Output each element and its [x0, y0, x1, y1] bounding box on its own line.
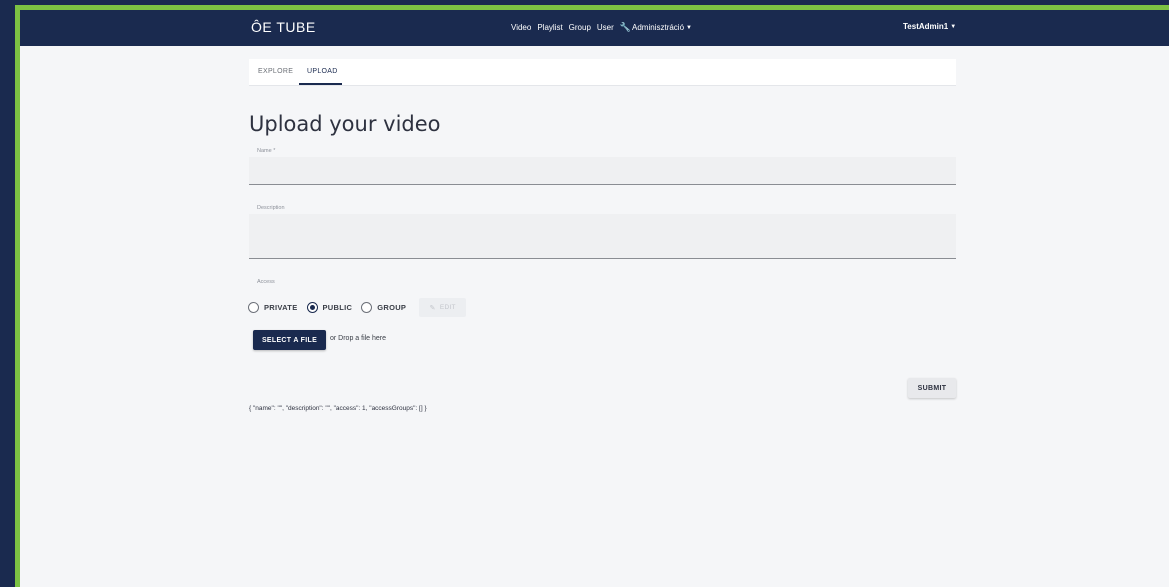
- edit-button-label: EDIT: [439, 304, 456, 311]
- nav-admin-dropdown[interactable]: 🔧Adminisztráció ▼: [620, 22, 692, 33]
- nav-admin-label: Adminisztráció: [632, 23, 685, 32]
- radio-public-label[interactable]: PUBLIC: [323, 303, 353, 312]
- access-radio-group: PRIVATE PUBLIC GROUP ✎ EDIT: [248, 298, 467, 317]
- nav-links: Video Playlist Group User 🔧Adminisztráci…: [511, 22, 692, 33]
- radio-private-label[interactable]: PRIVATE: [264, 303, 298, 312]
- nav-link-video[interactable]: Video: [511, 23, 531, 32]
- description-input[interactable]: [249, 214, 956, 259]
- edit-button[interactable]: ✎ EDIT: [419, 298, 467, 317]
- radio-public[interactable]: [306, 302, 318, 313]
- nav-link-playlist[interactable]: Playlist: [537, 23, 562, 32]
- brand-logo[interactable]: ÔE TUBE: [251, 19, 316, 35]
- name-input[interactable]: [249, 157, 956, 185]
- radio-group-label[interactable]: GROUP: [377, 303, 406, 312]
- caret-down-icon: ▼: [686, 25, 692, 31]
- radio-group[interactable]: [361, 302, 373, 313]
- access-label: Access: [257, 279, 275, 285]
- tab-upload[interactable]: UPLOAD: [307, 68, 338, 75]
- name-field-label: Name *: [257, 148, 276, 154]
- top-navbar: ÔE TUBE Video Playlist Group User 🔧Admin…: [20, 10, 1169, 46]
- form-state-debug: { "name": "", "description": "", "access…: [249, 405, 427, 412]
- app-page: ÔE TUBE Video Playlist Group User 🔧Admin…: [20, 10, 1169, 587]
- nav-link-group[interactable]: Group: [569, 23, 591, 32]
- pencil-icon: ✎: [429, 304, 436, 312]
- page-title: Upload your video: [249, 112, 441, 136]
- nav-link-user[interactable]: User: [597, 23, 614, 32]
- user-menu-label: TestAdmin1: [903, 22, 949, 31]
- drop-file-hint: or Drop a file here: [330, 335, 387, 342]
- tab-explore[interactable]: EXPLORE: [258, 68, 293, 75]
- tab-bar: EXPLORE UPLOAD: [249, 59, 956, 86]
- select-file-button[interactable]: SELECT A FILE: [253, 330, 326, 350]
- submit-button[interactable]: SUBMIT: [908, 378, 956, 398]
- active-tab-indicator: [299, 83, 342, 85]
- wrench-icon: 🔧: [619, 22, 632, 32]
- description-field-label: Description: [257, 205, 285, 211]
- caret-down-icon: ▼: [950, 24, 957, 30]
- radio-private[interactable]: [248, 302, 259, 313]
- user-menu-dropdown[interactable]: TestAdmin1 ▼: [903, 22, 956, 31]
